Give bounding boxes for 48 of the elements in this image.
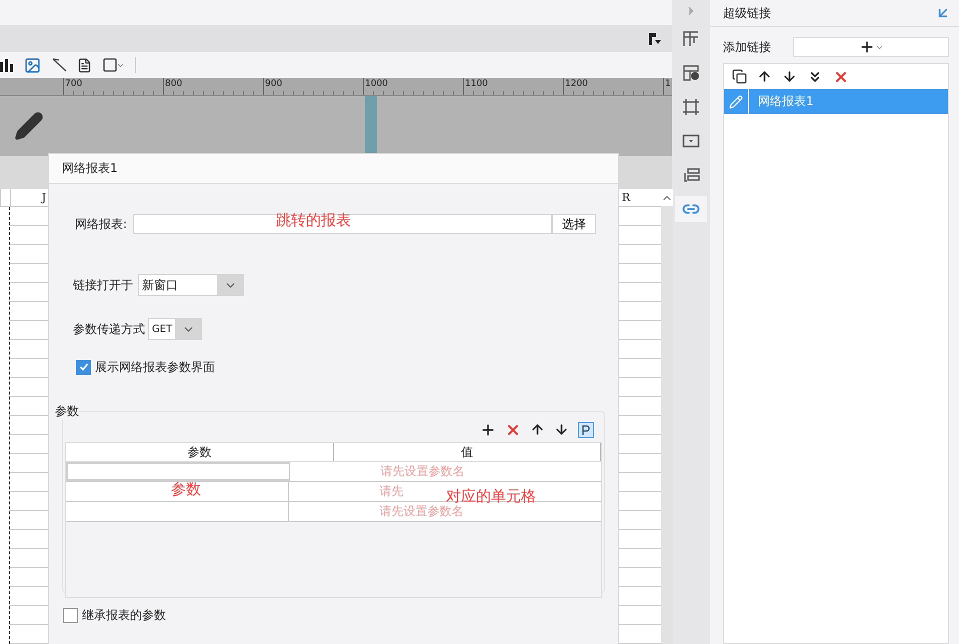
open-in-dropdown[interactable]: 新窗口 <box>138 274 244 296</box>
plus-icon <box>858 39 874 55</box>
annotation-text: 参数 <box>171 480 201 499</box>
frame-icon[interactable] <box>682 98 700 116</box>
grid-layout-icon[interactable] <box>682 30 700 48</box>
dropdown-box-icon[interactable] <box>682 132 700 150</box>
layers-icon[interactable] <box>682 166 700 184</box>
field-label: 参数传递方式 <box>73 320 145 338</box>
checkbox-label: 展示网络报表参数界面 <box>95 358 215 376</box>
image-icon[interactable] <box>24 56 41 74</box>
delete-icon[interactable] <box>505 422 521 438</box>
checkbox[interactable] <box>63 608 78 622</box>
report-field[interactable] <box>133 214 552 234</box>
border-icon[interactable] <box>102 57 118 73</box>
dialog-title: 网络报表1 <box>62 160 118 177</box>
annotation-text: 跳转的报表 <box>276 211 351 230</box>
group-title: 参数 <box>55 403 79 420</box>
panel-title: 超级链接 <box>723 4 771 22</box>
column-marker <box>365 96 377 156</box>
annotation-text: 对应的单元格 <box>446 487 536 505</box>
select-button[interactable]: 选择 <box>552 214 596 234</box>
field-label: 链接打开于 <box>73 276 133 294</box>
method-dropdown[interactable]: GET <box>148 318 202 340</box>
arrow-down-icon[interactable] <box>782 69 797 84</box>
parameter-icon[interactable] <box>578 422 594 438</box>
arrow-down-icon[interactable] <box>554 422 569 437</box>
column-header: 值 <box>334 443 601 461</box>
placeholder-text: 请先 <box>380 484 404 498</box>
field-label: 添加链接 <box>723 38 771 56</box>
checkbox[interactable] <box>76 360 91 374</box>
line-tool-icon[interactable] <box>51 57 67 73</box>
field-label: 网络报表: <box>75 216 128 232</box>
table-cell[interactable] <box>66 462 290 481</box>
pencil-icon <box>729 94 743 108</box>
add-icon[interactable] <box>480 422 496 438</box>
copy-icon[interactable] <box>732 69 747 84</box>
placeholder-text: 请先设置参数名 <box>380 504 464 518</box>
format-icon[interactable] <box>648 32 662 46</box>
check-icon <box>78 362 88 372</box>
checkbox-label: 继承报表的参数 <box>82 606 166 624</box>
ruler-label: 1 <box>663 78 672 95</box>
scrollbar[interactable] <box>661 189 673 644</box>
pencil-icon <box>14 111 44 141</box>
bar-chart-icon[interactable] <box>0 58 14 72</box>
column-header: 参数 <box>66 443 334 461</box>
document-icon[interactable] <box>77 58 92 72</box>
placeholder-text: 请先设置参数名 <box>380 464 464 478</box>
table-info-icon[interactable] <box>682 64 700 82</box>
